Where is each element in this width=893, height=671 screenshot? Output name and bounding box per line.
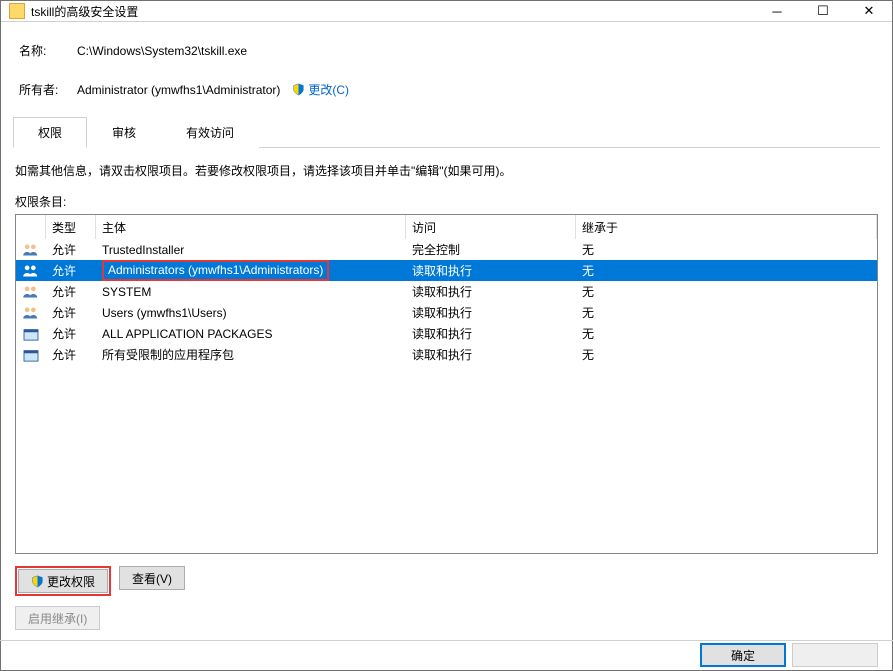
- ok-button-label: 确定: [731, 647, 755, 664]
- permission-list-header: 类型 主体 访问 继承于: [16, 215, 877, 239]
- perm-type: 允许: [46, 283, 96, 300]
- change-owner-link[interactable]: 更改(C): [308, 81, 349, 98]
- security-dialog: tskill的高级安全设置 ─ ☐ ✕ 名称: C:\Windows\Syste…: [0, 0, 893, 671]
- close-button[interactable]: ✕: [846, 1, 892, 21]
- perm-type: 允许: [46, 325, 96, 342]
- perm-inherit: 无: [576, 241, 877, 258]
- tab-effective-access[interactable]: 有效访问: [161, 117, 259, 148]
- perm-access: 完全控制: [406, 241, 576, 258]
- list-label: 权限条目:: [15, 193, 878, 210]
- maximize-button[interactable]: ☐: [800, 1, 846, 21]
- permission-row[interactable]: 允许ALL APPLICATION PACKAGES读取和执行无: [16, 323, 877, 344]
- tab-auditing[interactable]: 审核: [87, 117, 161, 148]
- perm-access: 读取和执行: [406, 325, 576, 342]
- name-label: 名称:: [19, 42, 77, 59]
- perm-inherit: 无: [576, 346, 877, 363]
- change-permissions-label: 更改权限: [47, 573, 95, 590]
- name-row: 名称: C:\Windows\System32\tskill.exe: [19, 42, 874, 59]
- perm-principal: ALL APPLICATION PACKAGES: [96, 327, 406, 341]
- perm-type: 允许: [46, 304, 96, 321]
- tab-strip: 权限 审核 有效访问: [13, 116, 880, 148]
- perm-access: 读取和执行: [406, 283, 576, 300]
- dialog-footer: 确定: [1, 641, 892, 670]
- minimize-button[interactable]: ─: [754, 1, 800, 21]
- perm-inherit: 无: [576, 325, 877, 342]
- instruction-text: 如需其他信息，请双击权限项目。若要修改权限项目，请选择该项目并单击"编辑"(如果…: [15, 162, 878, 179]
- enable-inherit-label: 启用继承(I): [28, 610, 87, 627]
- perm-inherit: 无: [576, 262, 877, 279]
- group-icon: [16, 285, 46, 299]
- package-icon: [16, 348, 46, 362]
- package-icon: [16, 327, 46, 341]
- view-button[interactable]: 查看(V): [119, 566, 185, 590]
- col-principal[interactable]: 主体: [96, 215, 406, 239]
- permission-row[interactable]: 允许TrustedInstaller完全控制无: [16, 239, 877, 260]
- perm-access: 读取和执行: [406, 262, 576, 279]
- group-icon: [16, 264, 46, 278]
- shield-icon: [292, 83, 305, 96]
- col-type[interactable]: 类型: [46, 215, 96, 239]
- secondary-button: [792, 643, 878, 667]
- owner-value: Administrator (ymwfhs1\Administrator): [77, 83, 280, 97]
- perm-principal: SYSTEM: [96, 285, 406, 299]
- perm-principal: Administrators (ymwfhs1\Administrators): [96, 260, 406, 281]
- owner-label: 所有者:: [19, 81, 77, 98]
- permission-row[interactable]: 允许SYSTEM读取和执行无: [16, 281, 877, 302]
- permission-row[interactable]: 允许所有受限制的应用程序包读取和执行无: [16, 344, 877, 365]
- perm-type: 允许: [46, 346, 96, 363]
- perm-principal: TrustedInstaller: [96, 243, 406, 257]
- change-permissions-button[interactable]: 更改权限: [18, 569, 108, 593]
- ok-button[interactable]: 确定: [700, 643, 786, 667]
- folder-icon: [9, 3, 25, 19]
- perm-access: 读取和执行: [406, 304, 576, 321]
- view-button-label: 查看(V): [132, 570, 172, 587]
- perm-inherit: 无: [576, 304, 877, 321]
- perm-principal: Users (ymwfhs1\Users): [96, 306, 406, 320]
- group-icon: [16, 306, 46, 320]
- highlight-change-perm: 更改权限: [15, 566, 111, 596]
- perm-inherit: 无: [576, 283, 877, 300]
- col-access[interactable]: 访问: [406, 215, 576, 239]
- name-value: C:\Windows\System32\tskill.exe: [77, 44, 247, 58]
- perm-access: 读取和执行: [406, 346, 576, 363]
- titlebar: tskill的高级安全设置 ─ ☐ ✕: [1, 1, 892, 22]
- shield-icon: [31, 575, 44, 588]
- permission-row[interactable]: 允许Users (ymwfhs1\Users)读取和执行无: [16, 302, 877, 323]
- tab-permissions[interactable]: 权限: [13, 117, 87, 148]
- perm-type: 允许: [46, 262, 96, 279]
- owner-row: 所有者: Administrator (ymwfhs1\Administrato…: [19, 81, 874, 98]
- perm-type: 允许: [46, 241, 96, 258]
- permission-row[interactable]: 允许Administrators (ymwfhs1\Administrators…: [16, 260, 877, 281]
- window-title: tskill的高级安全设置: [31, 3, 754, 20]
- permission-list[interactable]: 类型 主体 访问 继承于 允许TrustedInstaller完全控制无 允许A…: [15, 214, 878, 554]
- permissions-panel: 如需其他信息，请双击权限项目。若要修改权限项目，请选择该项目并单击"编辑"(如果…: [13, 148, 880, 630]
- col-inherit[interactable]: 继承于: [576, 215, 877, 239]
- enable-inherit-button: 启用继承(I): [15, 606, 100, 630]
- perm-principal: 所有受限制的应用程序包: [96, 346, 406, 363]
- col-icon[interactable]: [16, 215, 46, 239]
- group-icon: [16, 243, 46, 257]
